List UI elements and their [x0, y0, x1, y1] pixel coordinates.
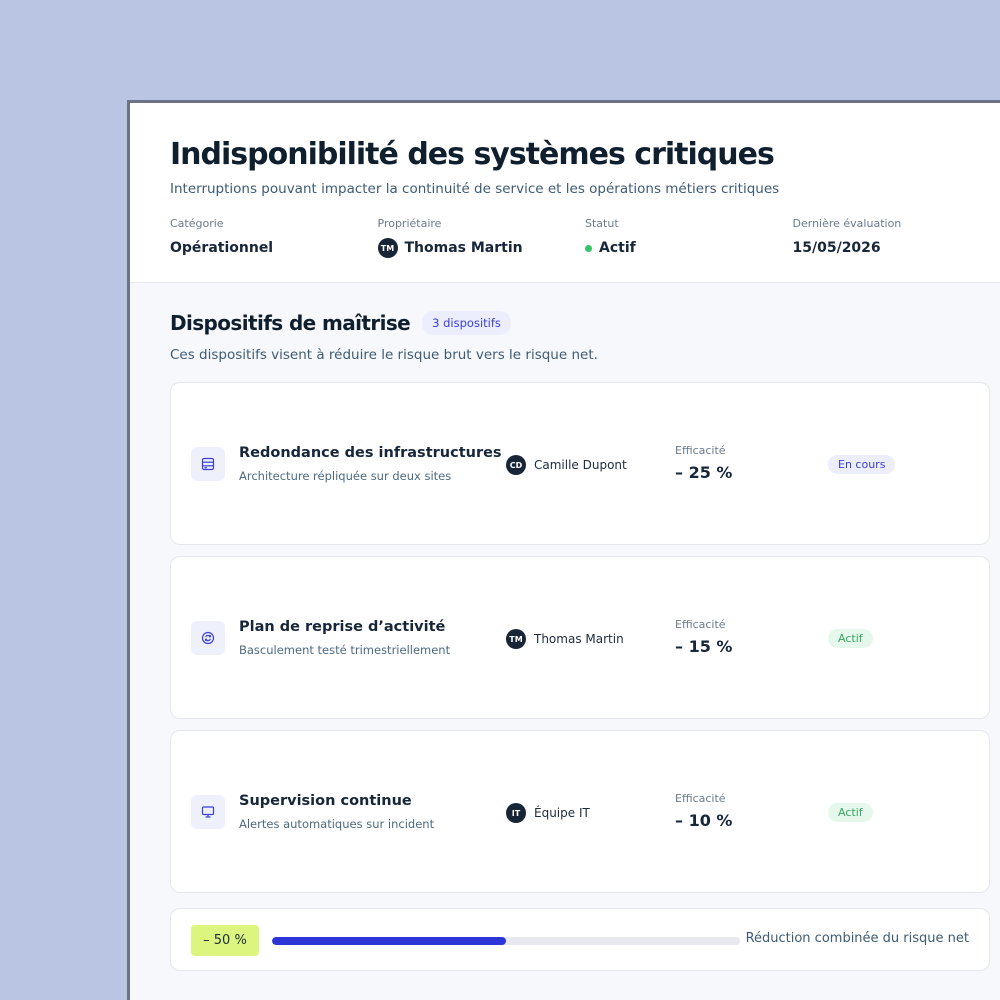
owner-name: Camille Dupont [534, 458, 627, 472]
section-description: Ces dispositifs visent à réduire le risq… [170, 347, 598, 363]
control-owner[interactable]: CD Camille Dupont [506, 455, 627, 475]
efficacy-value: – 10 % [675, 811, 733, 830]
category-text: Opérationnel [170, 240, 274, 256]
control-description: Alertes automatiques sur incident [239, 817, 435, 831]
status-label: Statut [585, 217, 619, 230]
controls-heading: Dispositifs de maîtrise 3 dispositifs [170, 311, 1000, 335]
efficacy-value: – 25 % [675, 463, 733, 482]
status-value: Actif [585, 238, 793, 258]
control-card-redundancy[interactable]: Redondance des infrastructures Architect… [170, 382, 990, 545]
server-icon [191, 447, 225, 481]
risk-header: Indisponibilité des systèmes critiques I… [130, 103, 1000, 283]
efficacy-label: Efficacité [675, 618, 726, 631]
reduction-progress-bar [272, 937, 740, 945]
evaluation-value: 15/05/2026 [793, 238, 1000, 258]
category-label: Catégorie [170, 217, 224, 230]
reduction-progress-fill [272, 937, 506, 945]
monitor-icon [191, 795, 225, 829]
avatar: TM [506, 629, 526, 649]
control-owner[interactable]: TM Thomas Martin [506, 629, 624, 649]
avatar: IT [506, 803, 526, 823]
owner-name: Équipe IT [534, 806, 590, 820]
control-title: Redondance des infrastructures [239, 445, 502, 461]
category-value: Opérationnel [170, 238, 378, 258]
status-text: Actif [599, 240, 636, 256]
efficacy-label: Efficacité [675, 444, 726, 457]
avatar: CD [506, 455, 526, 475]
meta-evaluation: Dernière évaluation 15/05/2026 [793, 217, 1000, 258]
owner-name: Thomas Martin [534, 632, 624, 646]
page-title: Indisponibilité des systèmes critiques [170, 137, 775, 172]
meta-category: Catégorie Opérationnel [170, 217, 378, 258]
reduction-label: Réduction combinée du risque net [745, 931, 969, 946]
count-badge: 3 dispositifs [422, 311, 511, 335]
meta-status: Statut Actif [585, 217, 793, 258]
risk-reduction-summary: – 50 % Réduction combinée du risque net [170, 908, 990, 971]
controls-section: Dispositifs de maîtrise 3 dispositifs Ce… [130, 283, 1000, 363]
owner-value[interactable]: TM Thomas Martin [377, 238, 586, 258]
efficacy-label: Efficacité [675, 792, 726, 805]
status-dot-icon [585, 244, 592, 252]
section-title: Dispositifs de maîtrise [170, 311, 411, 335]
owner-label: Propriétaire [377, 217, 442, 230]
control-description: Basculement testé trimestriellement [239, 643, 451, 657]
control-description: Architecture répliquée sur deux sites [239, 469, 452, 483]
avatar: TM [377, 238, 398, 258]
control-card-recovery-plan[interactable]: Plan de reprise d’activité Basculement t… [170, 556, 990, 719]
owner-name: Thomas Martin [404, 240, 523, 256]
meta-owner: Propriétaire TM Thomas Martin [377, 217, 586, 258]
page-subtitle: Interruptions pouvant impacter la contin… [170, 181, 780, 197]
reduction-badge: – 50 % [191, 925, 259, 956]
status-badge: Actif [828, 803, 873, 822]
evaluation-label: Dernière évaluation [792, 217, 902, 230]
status-badge: En cours [828, 455, 896, 474]
efficacy-value: – 15 % [675, 637, 733, 656]
status-badge: Actif [828, 629, 873, 648]
control-owner[interactable]: IT Équipe IT [506, 803, 590, 823]
evaluation-date: 15/05/2026 [792, 240, 881, 256]
control-title: Supervision continue [239, 793, 412, 809]
control-title: Plan de reprise d’activité [239, 619, 446, 635]
refresh-icon [191, 621, 225, 655]
risk-detail-window: Indisponibilité des systèmes critiques I… [127, 100, 1000, 1000]
risk-meta: Catégorie Opérationnel Propriétaire TM T… [170, 217, 1000, 258]
control-card-monitoring[interactable]: Supervision continue Alertes automatique… [170, 730, 990, 893]
